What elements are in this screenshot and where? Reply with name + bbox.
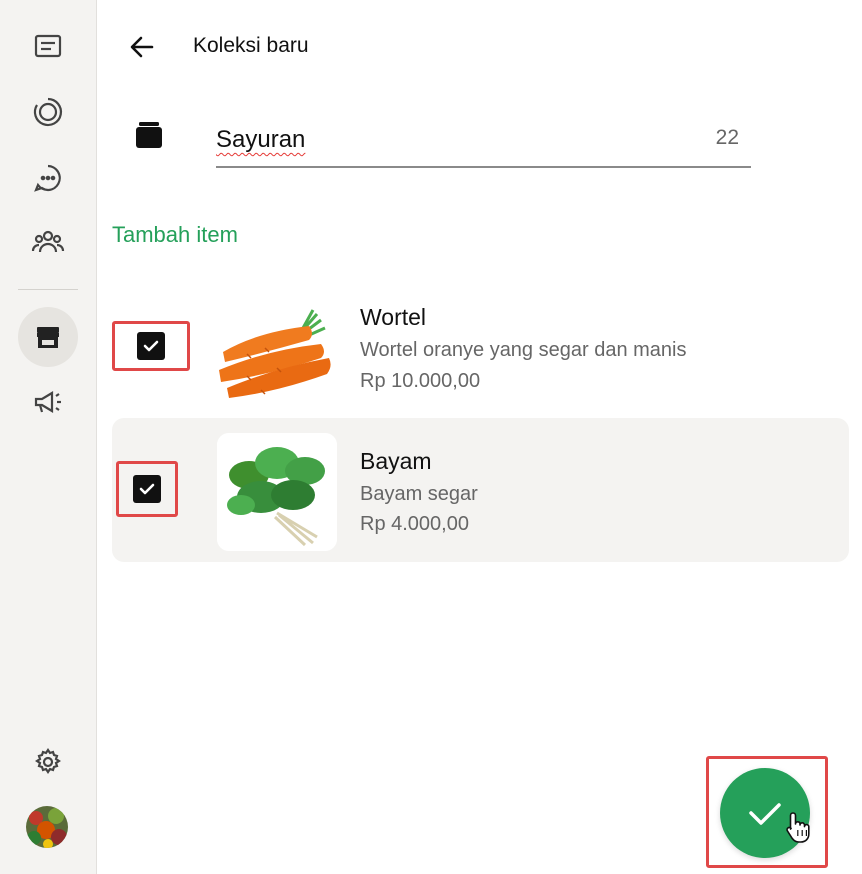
sidebar [0,0,97,874]
page-title: Koleksi baru [193,34,309,57]
item-checkbox[interactable] [133,475,161,503]
list-item[interactable]: Bayam Bayam segar Rp 4.000,00 [112,418,849,562]
sidebar-divider [18,289,78,290]
tools-icon[interactable] [18,307,78,367]
hand-cursor-icon [786,812,810,843]
item-thumbnail [217,292,337,410]
item-name: Bayam [360,448,432,474]
main-panel: Koleksi baru Sayuran 22 Tambah item Wort… [97,0,862,874]
status-icon[interactable] [24,88,72,136]
item-checkbox[interactable] [137,332,165,360]
channels-icon[interactable] [24,154,72,202]
item-description: Wortel oranye yang segar dan manis [360,339,687,361]
checkmark-icon [143,340,159,352]
settings-icon[interactable] [24,738,72,786]
communities-icon[interactable] [24,218,72,266]
add-item-link[interactable]: Tambah item [112,222,238,248]
item-price: Rp 10.000,00 [360,370,481,392]
char-counter: 22 [715,126,739,149]
check-icon [749,803,781,825]
item-description: Bayam segar [360,483,478,505]
list-item[interactable]: Wortel Wortel oranye yang segar dan mani… [112,276,849,420]
collection-icon [136,122,162,148]
item-name: Wortel [360,304,427,330]
collection-name-field[interactable]: Sayuran 22 [216,118,751,168]
chats-icon[interactable] [24,22,72,70]
item-thumbnail [217,433,337,551]
item-price: Rp 4.000,00 [360,513,469,535]
collection-name-input[interactable]: Sayuran [216,126,305,154]
back-button[interactable] [125,30,159,64]
checkbox-highlight [116,461,178,517]
checkmark-icon [139,483,155,495]
advertise-icon[interactable] [24,378,72,426]
profile-avatar[interactable] [26,806,68,848]
checkbox-highlight [112,321,190,371]
arrow-left-icon [130,36,154,58]
